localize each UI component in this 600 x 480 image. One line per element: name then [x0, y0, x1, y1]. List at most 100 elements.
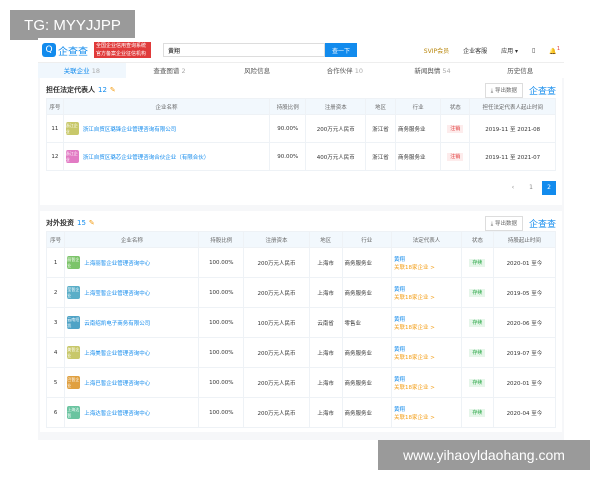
- tab-count: 18: [91, 67, 101, 75]
- rep-link[interactable]: 黄翔: [394, 257, 405, 263]
- industry: 商务服务业: [341, 277, 393, 308]
- company-logo: 莹皙企业: [67, 286, 81, 299]
- related-companies-link[interactable]: 关联18家企业 >: [394, 265, 435, 271]
- company-link[interactable]: 上海美皙企业管理咨询中心: [84, 349, 150, 357]
- company-link[interactable]: 浙江自贸区璐芯企业管理咨询合伙企业（有限合伙）: [83, 153, 210, 161]
- logo[interactable]: Q 企查查: [42, 43, 88, 58]
- company-cell: 莹皙企业 上海莹皙企业管理咨询中心: [64, 277, 200, 308]
- bell-icon[interactable]: 🔔1: [549, 46, 560, 55]
- company-link[interactable]: 上海莹皙企业管理咨询中心: [84, 289, 150, 297]
- svip-link[interactable]: SVIP会员: [424, 46, 449, 55]
- investment-section: 对外投资 15 ✎ ⤓ 导出数据 企查查 序号 企业名称 持股比例 注册资本 地区 行业法…: [40, 211, 562, 432]
- watermark-top: TG: MYYJJPP: [10, 10, 135, 40]
- edit-icon[interactable]: ✎: [89, 219, 95, 227]
- row-number: 5: [45, 367, 66, 398]
- status-cell: 存续: [460, 277, 494, 308]
- apps-menu[interactable]: 应用 ▾: [501, 46, 518, 55]
- region: 上海市: [308, 367, 343, 398]
- registered-capital: 200万元人民币: [305, 114, 367, 143]
- region: 上海市: [308, 397, 343, 428]
- legal-rep-cell: 黄翔关联18家企业 >: [391, 277, 462, 308]
- company-link[interactable]: 浙江自贸区璐锋企业管理咨询有限公司: [83, 125, 177, 133]
- column-header: 持股起止时间: [492, 231, 557, 248]
- tab-label: 查查图谱: [153, 67, 180, 75]
- column-header: 序号: [46, 98, 64, 115]
- rep-link[interactable]: 黄翔: [394, 317, 405, 323]
- related-companies-link[interactable]: 关联18家企业 >: [394, 295, 435, 301]
- company-logo: 浙江企业: [65, 122, 79, 135]
- page-button[interactable]: ‹: [506, 181, 520, 195]
- export-label: 导出数据: [494, 220, 517, 227]
- company-link[interactable]: 上海达皙企业管理咨询中心: [84, 409, 150, 417]
- period: 2020-04 至今: [492, 397, 557, 428]
- search-input[interactable]: [163, 43, 325, 57]
- export-button[interactable]: ⤓ 导出数据: [484, 215, 523, 231]
- registered-capital: 200万元人民币: [243, 277, 310, 308]
- edit-icon[interactable]: ✎: [110, 86, 116, 94]
- tabs: 关联企业 18 查查图谱 2 风险信息 合作伙伴 10 新闻舆情 54 历史信息: [38, 62, 564, 78]
- page-button[interactable]: 1: [524, 181, 538, 195]
- company-logo: 上海达皙: [67, 406, 81, 419]
- related-companies-link[interactable]: 关联18家企业 >: [394, 385, 435, 391]
- period: 2019-11 至 2021-07: [469, 142, 556, 171]
- rep-link[interactable]: 黄翔: [394, 287, 405, 293]
- column-header: 行业: [394, 98, 442, 115]
- related-companies-link[interactable]: 关联18家企业 >: [394, 415, 435, 421]
- column-header: 地区: [365, 98, 396, 115]
- phone-icon[interactable]: ▯: [532, 47, 535, 54]
- row-number: 2: [45, 277, 66, 308]
- row-number: 12: [46, 142, 64, 171]
- top-nav: SVIP会员 企业客服 应用 ▾ ▯ 🔔1: [424, 46, 560, 55]
- company-logo: 巴皙企业: [67, 376, 81, 389]
- company-link[interactable]: 云南绍凯电子商务有限公司: [84, 319, 150, 327]
- legal-rep-table: 序号 企业名称 持股比例 注册资本 地区 行业 状态 担任法定代表人起止时间 11 浙江企业 浙江自…: [46, 98, 556, 171]
- registered-capital: 400万元人民币: [305, 142, 367, 171]
- related-companies-link[interactable]: 关联18家企业 >: [394, 325, 435, 331]
- column-header: 注册资本: [243, 231, 310, 248]
- tab-5[interactable]: 历史信息: [476, 63, 564, 78]
- tab-2[interactable]: 风险信息: [213, 63, 301, 78]
- rep-link[interactable]: 黄翔: [394, 377, 405, 383]
- tab-0[interactable]: 关联企业 18: [38, 63, 126, 78]
- service-link[interactable]: 企业客服: [463, 46, 487, 55]
- logo-text: 企查查: [58, 46, 88, 58]
- search-button[interactable]: 查一下: [325, 43, 357, 57]
- registered-capital: 200万元人民币: [243, 247, 310, 278]
- tab-label: 关联企业: [63, 67, 90, 75]
- column-header: 法定代表人: [391, 231, 462, 248]
- tab-count: 10: [354, 67, 364, 75]
- export-button[interactable]: ⤓ 导出数据: [484, 82, 523, 98]
- tab-count: 54: [442, 67, 451, 75]
- company-link[interactable]: 上海巴皙企业管理咨询中心: [84, 379, 150, 387]
- legal-rep-cell: 黄翔关联18家企业 >: [391, 247, 462, 278]
- status-cell: 注销: [440, 142, 471, 171]
- table-row: 3 云南绍凯 云南绍凯电子商务有限公司 100.00% 100万元人民币 云南省 零售业 黄翔…: [45, 307, 557, 338]
- related-companies-link[interactable]: 关联18家企业 >: [394, 355, 435, 361]
- rep-link[interactable]: 黄翔: [394, 347, 405, 353]
- region: 上海市: [308, 247, 343, 278]
- page-button[interactable]: 2: [542, 181, 556, 195]
- share-ratio: 90.00%: [269, 142, 307, 171]
- company-link[interactable]: 上海丽皙企业管理咨询中心: [84, 259, 150, 267]
- tab-3[interactable]: 合作伙伴 10: [301, 63, 389, 78]
- watermark-bottom: www.yihaoyldaohang.com: [378, 440, 590, 470]
- rep-link[interactable]: 黄翔: [394, 407, 405, 413]
- share-ratio: 90.00%: [269, 114, 307, 143]
- industry: 商务服务业: [341, 367, 393, 398]
- company-cell: 上海达皙 上海达皙企业管理咨询中心: [64, 397, 200, 428]
- row-number: 11: [46, 114, 64, 143]
- region: 上海市: [308, 277, 343, 308]
- column-header: 地区: [308, 231, 343, 248]
- table-row: 12 浙江企业 浙江自贸区璐芯企业管理咨询合伙企业（有限合伙） 90.00% 400万元…: [46, 142, 556, 171]
- company-cell: 美皙企业 上海美皙企业管理咨询中心: [64, 337, 200, 368]
- table-row: 5 巴皙企业 上海巴皙企业管理咨询中心 100.00% 200万元人民币 上海市 商务服务业…: [45, 367, 557, 398]
- search-bar: 查一下: [163, 43, 357, 57]
- period: 2020-01 至今: [492, 247, 557, 278]
- row-number: 1: [45, 247, 66, 278]
- tab-label: 风险信息: [244, 67, 271, 75]
- table-row: 2 莹皙企业 上海莹皙企业管理咨询中心 100.00% 200万元人民币 上海市 商务服务业…: [45, 277, 557, 308]
- status-badge: 存续: [469, 319, 486, 327]
- tab-4[interactable]: 新闻舆情 54: [389, 63, 477, 78]
- tab-1[interactable]: 查查图谱 2: [126, 63, 214, 78]
- legal-rep-cell: 黄翔关联18家企业 >: [391, 307, 462, 338]
